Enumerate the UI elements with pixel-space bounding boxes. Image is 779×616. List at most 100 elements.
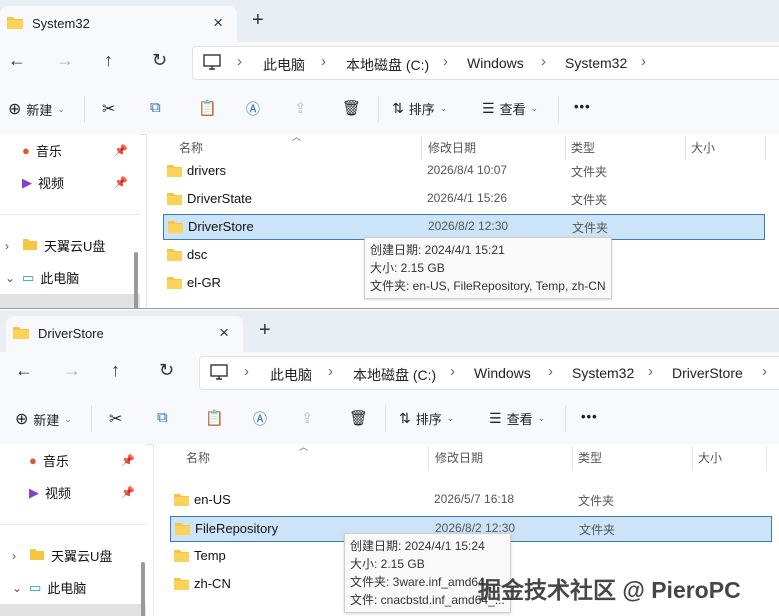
cut-icon[interactable]: ✂ — [102, 99, 115, 119]
toolbar-divider — [91, 406, 92, 432]
up-icon[interactable]: ↑ — [104, 50, 113, 71]
breadcrumb-local-disk[interactable]: 本地磁盘 (C:) — [346, 55, 429, 75]
column-header-modified[interactable]: 修改日期 — [435, 449, 483, 466]
table-row[interactable]: DriverState 2026/4/1 15:26 文件夹 — [163, 187, 763, 211]
breadcrumb-this-pc[interactable]: 此电脑 — [263, 55, 305, 75]
breadcrumb-local-disk[interactable]: 本地磁盘 (C:) — [353, 365, 436, 385]
sidebar-item-this-pc[interactable]: ▭ 此电脑 — [22, 268, 79, 287]
column-divider[interactable] — [766, 446, 767, 470]
sidebar-selected-item[interactable] — [0, 294, 140, 308]
view-button[interactable]: ☰ 查看 ⌄ — [489, 409, 545, 428]
share-icon[interactable]: ⇪ — [301, 409, 314, 427]
breadcrumb-separator: › — [328, 363, 333, 380]
sidebar-item-cloud-drive[interactable]: 天翼云U盘 — [22, 236, 105, 255]
sidebar-item-this-pc[interactable]: ▭ 此电脑 — [29, 578, 86, 597]
forward-icon[interactable]: → — [63, 360, 81, 381]
column-divider[interactable] — [692, 446, 693, 470]
sidebar-item-video[interactable]: ▶ 视频 — [22, 173, 64, 192]
paste-icon[interactable]: 📋 — [205, 409, 224, 427]
sidebar-scrollbar[interactable] — [134, 252, 138, 308]
folder-tooltip: 创建日期: 2024/4/1 15:21 大小: 2.15 GB 文件夹: en… — [364, 237, 612, 299]
address-bar[interactable]: › 此电脑 › 本地磁盘 (C:) › Windows › System32 › — [192, 46, 779, 80]
sidebar-item-music[interactable]: ● 音乐 — [29, 451, 69, 470]
forward-icon[interactable]: → — [56, 50, 74, 71]
tab-title: DriverStore — [38, 326, 104, 341]
column-divider[interactable] — [565, 136, 566, 160]
copy-icon[interactable]: ⧉ — [150, 99, 161, 116]
column-header-name[interactable]: 名称 — [186, 449, 210, 466]
breadcrumb-separator: › — [244, 363, 249, 380]
chevron-right-icon[interactable]: › — [5, 239, 9, 253]
close-tab-icon[interactable]: × — [213, 13, 223, 33]
sort-label: 排序 — [408, 102, 435, 117]
more-options-button[interactable]: ••• — [581, 409, 598, 424]
sidebar-scrollbar[interactable] — [141, 562, 145, 616]
delete-icon[interactable]: 🗑 — [342, 99, 361, 117]
breadcrumb-windows[interactable]: Windows — [467, 55, 524, 71]
copy-icon[interactable]: ⧉ — [157, 409, 168, 426]
sidebar-item-video[interactable]: ▶ 视频 — [29, 483, 71, 502]
table-row[interactable]: drivers 2026/8/4 10:07 文件夹 — [163, 159, 763, 183]
column-divider[interactable] — [765, 136, 766, 160]
column-header-name[interactable]: 名称 — [179, 139, 203, 156]
sort-icon: ⇅ — [399, 410, 411, 426]
tooltip-size: 大小: 2.15 GB — [370, 261, 445, 275]
sort-button[interactable]: ⇅ 排序 ⌄ — [399, 409, 454, 428]
column-header-modified[interactable]: 修改日期 — [428, 139, 476, 156]
cut-icon[interactable]: ✂ — [109, 409, 122, 429]
rename-icon[interactable]: Ⓐ — [253, 409, 267, 429]
breadcrumb-driverstore[interactable]: DriverStore — [672, 365, 743, 381]
chevron-right-icon[interactable]: › — [12, 549, 16, 563]
tooltip-contents: 文件夹: en-US, FileRepository, Temp, zh-CN — [370, 279, 606, 293]
sidebar-divider — [0, 214, 140, 215]
table-row[interactable]: en-US 2026/5/7 16:18 文件夹 — [170, 488, 770, 512]
explorer-window-system32: System32 × + ← → ↑ ↻ › 此电脑 › 本地磁盘 (C:) ›… — [0, 0, 779, 309]
folder-icon — [22, 238, 38, 254]
sidebar-selected-item[interactable] — [0, 604, 146, 616]
view-button[interactable]: ☰ 查看 ⌄ — [482, 99, 538, 118]
share-icon[interactable]: ⇪ — [294, 99, 307, 117]
sort-button[interactable]: ⇅ 排序 ⌄ — [392, 99, 447, 118]
refresh-icon[interactable]: ↻ — [152, 50, 167, 71]
sidebar-item-label: 此电脑 — [47, 581, 87, 596]
file-name: en-US — [194, 492, 231, 507]
breadcrumb-this-pc[interactable]: 此电脑 — [270, 365, 312, 385]
back-icon[interactable]: ← — [8, 50, 26, 71]
sidebar-item-label: 视频 — [45, 486, 72, 501]
delete-icon[interactable]: 🗑 — [349, 409, 368, 427]
sidebar-item-music[interactable]: ● 音乐 — [22, 141, 62, 160]
breadcrumb-system32[interactable]: System32 — [565, 55, 627, 71]
new-tab-button[interactable]: + — [252, 9, 264, 32]
new-button[interactable]: ⊕ 新建 ⌄ — [15, 409, 72, 429]
refresh-icon[interactable]: ↻ — [159, 360, 174, 381]
column-divider[interactable] — [421, 136, 422, 160]
column-divider[interactable] — [685, 136, 686, 160]
rename-icon[interactable]: Ⓐ — [246, 99, 260, 119]
breadcrumb-separator: › — [450, 363, 455, 380]
chevron-down-icon: ⌄ — [537, 413, 546, 423]
back-icon[interactable]: ← — [15, 360, 33, 381]
paste-icon[interactable]: 📋 — [198, 99, 217, 117]
sidebar-item-cloud-drive[interactable]: 天翼云U盘 — [29, 546, 112, 565]
tab-system32[interactable]: System32 × — [0, 6, 237, 42]
more-options-button[interactable]: ••• — [574, 99, 591, 114]
chevron-down-icon[interactable]: ⌄ — [12, 581, 22, 595]
breadcrumb-system32[interactable]: System32 — [572, 365, 634, 381]
new-tab-button[interactable]: + — [259, 319, 271, 342]
column-header-type[interactable]: 类型 — [578, 449, 602, 466]
chevron-down-icon[interactable]: ⌄ — [5, 271, 15, 285]
breadcrumb-windows[interactable]: Windows — [474, 365, 531, 381]
title-bar: DriverStore × + — [0, 310, 779, 352]
close-tab-icon[interactable]: × — [219, 323, 229, 343]
column-header-size[interactable]: 大小 — [698, 449, 722, 466]
column-header-type[interactable]: 类型 — [571, 139, 595, 156]
new-button[interactable]: ⊕ 新建 ⌄ — [8, 99, 65, 119]
address-bar[interactable]: › 此电脑 › 本地磁盘 (C:) › Windows › System32 ›… — [199, 356, 779, 390]
column-divider[interactable] — [572, 446, 573, 470]
tab-driverstore[interactable]: DriverStore × — [6, 316, 243, 352]
up-icon[interactable]: ↑ — [111, 360, 120, 381]
view-icon: ☰ — [489, 410, 502, 426]
column-divider[interactable] — [428, 446, 429, 470]
column-header-size[interactable]: 大小 — [691, 139, 715, 156]
file-type: 文件夹 — [571, 165, 608, 179]
